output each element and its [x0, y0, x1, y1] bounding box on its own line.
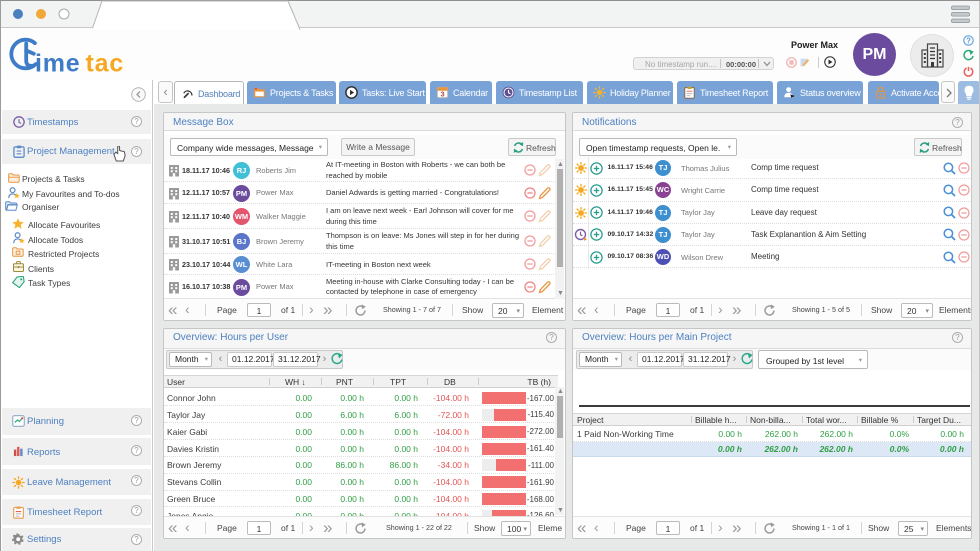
svg-text:tac: tac — [86, 49, 125, 75]
svg-text:3: 3 — [441, 89, 445, 98]
svg-text:ime: ime — [35, 49, 80, 75]
svg-text:?: ? — [966, 36, 971, 45]
